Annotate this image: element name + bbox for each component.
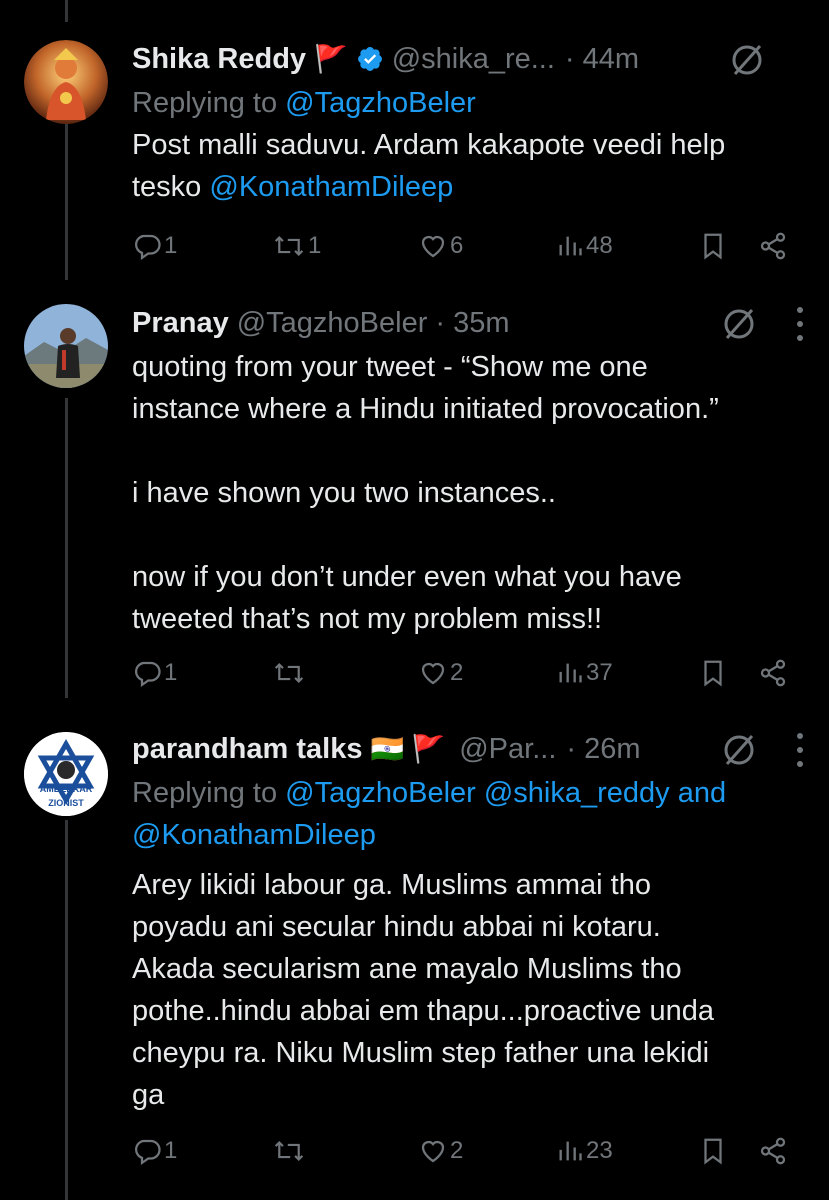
repost-icon bbox=[274, 235, 304, 257]
share-icon bbox=[760, 659, 786, 687]
replying-label: Replying to bbox=[132, 87, 278, 119]
reply-icon bbox=[135, 1139, 161, 1166]
replying-to: Replying to @TagzhoBeler bbox=[132, 82, 805, 124]
verified-badge-icon[interactable] bbox=[356, 45, 384, 73]
tweet-pranay[interactable]: Pranay @TagzhoBeler · 35m quoting from y… bbox=[0, 290, 829, 710]
share-icon bbox=[760, 1137, 786, 1165]
views-count: 23 bbox=[586, 1137, 613, 1164]
views-button[interactable]: 23 bbox=[556, 1131, 613, 1171]
share-button[interactable] bbox=[758, 653, 788, 693]
repost-button[interactable] bbox=[272, 1131, 306, 1171]
bookmark-icon bbox=[704, 1138, 722, 1165]
bookmark-button[interactable] bbox=[698, 1131, 728, 1171]
repost-button[interactable]: 1 bbox=[272, 226, 321, 266]
bookmark-icon bbox=[704, 660, 722, 687]
reply-button[interactable]: 1 bbox=[132, 226, 177, 266]
views-count: 48 bbox=[586, 232, 613, 259]
tweet-text: quoting from your tweet - “Show me one i… bbox=[132, 351, 719, 635]
replying-and: and bbox=[669, 777, 727, 809]
tweet-shika-reddy[interactable]: Shika Reddy 🚩 @shika_re... · 44m Replyin… bbox=[0, 0, 829, 290]
reply-count: 1 bbox=[164, 232, 178, 259]
action-bar: 1 2 23 bbox=[132, 1131, 792, 1171]
avatar[interactable]: AMBEDKAR ZIONIST bbox=[24, 732, 108, 816]
like-icon bbox=[421, 662, 445, 685]
like-button[interactable]: 2 bbox=[418, 1131, 463, 1171]
handle[interactable]: @Par... bbox=[459, 733, 556, 766]
reply-button[interactable]: 1 bbox=[132, 653, 177, 693]
share-button[interactable] bbox=[758, 1131, 788, 1171]
tweet-text: Arey likidi labour ga. Muslims ammai tho… bbox=[132, 869, 715, 1111]
bookmark-icon bbox=[704, 233, 722, 260]
like-count: 2 bbox=[450, 659, 464, 686]
views-icon bbox=[559, 663, 582, 683]
mention-link[interactable]: @KonathamDileep bbox=[209, 171, 453, 203]
repost-button[interactable] bbox=[272, 653, 306, 693]
like-button[interactable]: 2 bbox=[418, 653, 463, 693]
views-count: 37 bbox=[586, 659, 613, 686]
replying-mention[interactable]: @TagzhoBeler bbox=[285, 87, 476, 119]
like-button[interactable]: 6 bbox=[418, 226, 463, 266]
avatar[interactable] bbox=[24, 304, 108, 388]
more-icon[interactable] bbox=[795, 733, 805, 767]
flag-emoji: 🚩 bbox=[314, 44, 348, 74]
bookmark-button[interactable] bbox=[698, 653, 728, 693]
flag-emojis: 🇮🇳 🚩 bbox=[370, 734, 446, 764]
tweet-header: Shika Reddy 🚩 @shika_re... · 44m bbox=[132, 36, 805, 82]
display-name[interactable]: Shika Reddy bbox=[132, 43, 306, 76]
views-button[interactable]: 48 bbox=[556, 226, 613, 266]
handle[interactable]: @TagzhoBeler bbox=[237, 307, 428, 340]
tweet-header: parandham talks 🇮🇳 🚩 @Par... · 26m bbox=[132, 726, 805, 772]
handle[interactable]: @shika_re... bbox=[392, 43, 555, 76]
repost-icon bbox=[274, 662, 304, 684]
display-name[interactable]: Pranay bbox=[132, 307, 229, 340]
bookmark-button[interactable] bbox=[698, 226, 728, 266]
replying-mention[interactable]: @TagzhoBeler @shika_reddy bbox=[285, 777, 670, 809]
tweet-text: Post malli saduvu. Ardam kakapote veedi … bbox=[132, 124, 805, 208]
views-icon bbox=[559, 236, 582, 256]
like-icon bbox=[421, 1140, 445, 1163]
replying-label: Replying to bbox=[132, 777, 278, 809]
display-name[interactable]: parandham talks bbox=[132, 733, 362, 766]
grok-icon[interactable] bbox=[719, 730, 759, 770]
repost-icon bbox=[274, 1140, 304, 1162]
like-icon bbox=[421, 235, 445, 258]
share-icon bbox=[760, 232, 786, 260]
replying-to: Replying to @TagzhoBeler @shika_reddy an… bbox=[132, 772, 805, 856]
more-icon[interactable] bbox=[795, 307, 805, 341]
reply-count: 1 bbox=[164, 1137, 178, 1164]
avatar-text-top: AMBEDKAR bbox=[40, 784, 93, 794]
grok-icon[interactable] bbox=[719, 304, 759, 344]
timestamp[interactable]: · 26m bbox=[566, 733, 640, 766]
avatar-text-bottom: ZIONIST bbox=[48, 798, 84, 808]
reply-count: 1 bbox=[164, 659, 178, 686]
repost-count: 1 bbox=[308, 232, 322, 259]
views-button[interactable]: 37 bbox=[556, 653, 613, 693]
replying-mention[interactable]: @KonathamDileep bbox=[132, 819, 376, 851]
like-count: 2 bbox=[450, 1137, 464, 1164]
avatar[interactable] bbox=[24, 40, 108, 124]
tweet-header: Pranay @TagzhoBeler · 35m bbox=[132, 300, 805, 346]
timestamp[interactable]: · 44m bbox=[565, 43, 639, 76]
reply-button[interactable]: 1 bbox=[132, 1131, 177, 1171]
reply-icon bbox=[135, 661, 161, 688]
views-icon bbox=[559, 1141, 582, 1161]
like-count: 6 bbox=[450, 232, 464, 259]
grok-icon[interactable] bbox=[727, 40, 767, 80]
tweet-parandham-talks[interactable]: AMBEDKAR ZIONIST parandham talks 🇮🇳 🚩 @P… bbox=[0, 710, 829, 1200]
action-bar: 1 1 6 48 bbox=[132, 226, 792, 266]
reply-feed: Shika Reddy 🚩 @shika_re... · 44m Replyin… bbox=[0, 0, 829, 1200]
reply-icon bbox=[135, 234, 161, 261]
share-button[interactable] bbox=[758, 226, 788, 266]
timestamp[interactable]: · 35m bbox=[435, 307, 509, 340]
action-bar: 1 2 37 bbox=[132, 653, 792, 693]
